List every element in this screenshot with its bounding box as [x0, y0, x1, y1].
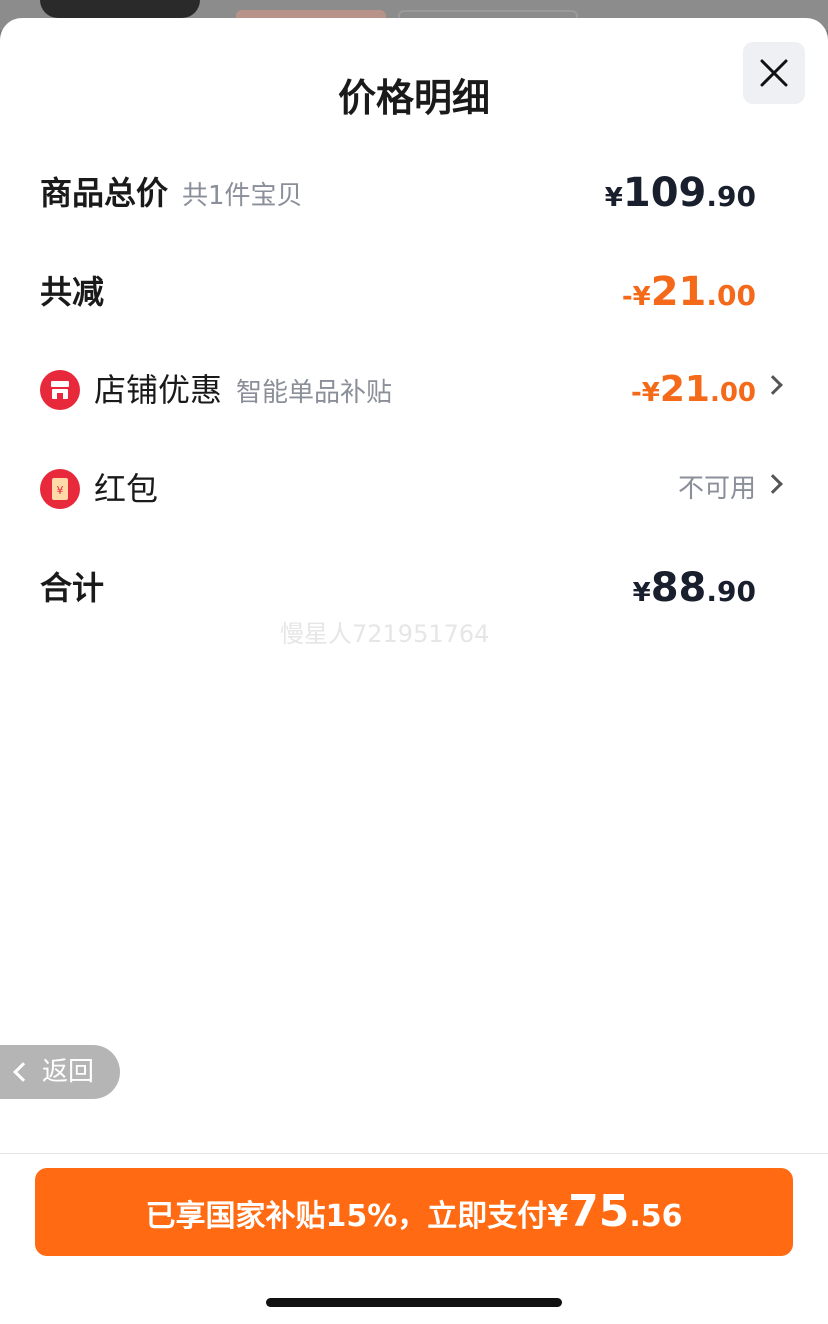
chevron-right-icon	[763, 474, 783, 494]
background-product-image	[40, 0, 200, 18]
close-icon	[760, 59, 788, 87]
pay-text: 已享国家补贴15%，立即支付	[145, 1199, 548, 1234]
home-indicator	[266, 1298, 562, 1307]
total-reduction-row: 共减 -¥21.00	[0, 262, 828, 322]
watermark: 慢星人721951764	[280, 620, 490, 648]
price-detail-sheet: 价格明细 商品总价 共1件宝贝 ¥109.90 共减 -¥21.00 店铺优惠 …	[0, 18, 828, 1324]
shop-discount-value: -¥21.00	[630, 369, 756, 410]
back-label: 返回	[42, 1057, 95, 1087]
item-count: 共1件宝贝	[182, 181, 303, 211]
total-reduction-value: -¥21.00	[621, 269, 756, 315]
sum-row: 合计 ¥88.90	[0, 558, 828, 618]
sheet-title: 价格明细	[337, 76, 490, 120]
shop-discount-row[interactable]: 店铺优惠 智能单品补贴 -¥21.00	[0, 360, 828, 420]
shop-discount-label: 店铺优惠	[94, 371, 223, 409]
red-packet-row[interactable]: ¥ 红包 不可用	[0, 459, 828, 519]
back-button[interactable]: 返回	[0, 1045, 120, 1099]
shop-icon	[40, 370, 80, 410]
sum-label: 合计	[40, 569, 105, 607]
back-arrow-icon	[13, 1062, 33, 1082]
red-packet-label: 红包	[94, 470, 159, 508]
sum-value: ¥88.90	[632, 565, 756, 611]
total-reduction-label: 共减	[40, 273, 105, 311]
total-price-value: ¥109.90	[604, 170, 756, 216]
pay-button[interactable]: 已享国家补贴15%，立即支付¥75.56	[35, 1168, 793, 1256]
total-price-label: 商品总价	[40, 174, 169, 212]
footer-divider	[0, 1153, 828, 1154]
red-packet-icon: ¥	[40, 469, 80, 509]
total-price-row: 商品总价 共1件宝贝 ¥109.90	[0, 163, 828, 223]
chevron-right-icon	[763, 375, 783, 395]
shop-discount-sub: 智能单品补贴	[236, 378, 393, 408]
red-packet-status: 不可用	[677, 474, 756, 504]
close-button[interactable]	[743, 42, 805, 104]
svg-text:¥: ¥	[57, 484, 64, 497]
